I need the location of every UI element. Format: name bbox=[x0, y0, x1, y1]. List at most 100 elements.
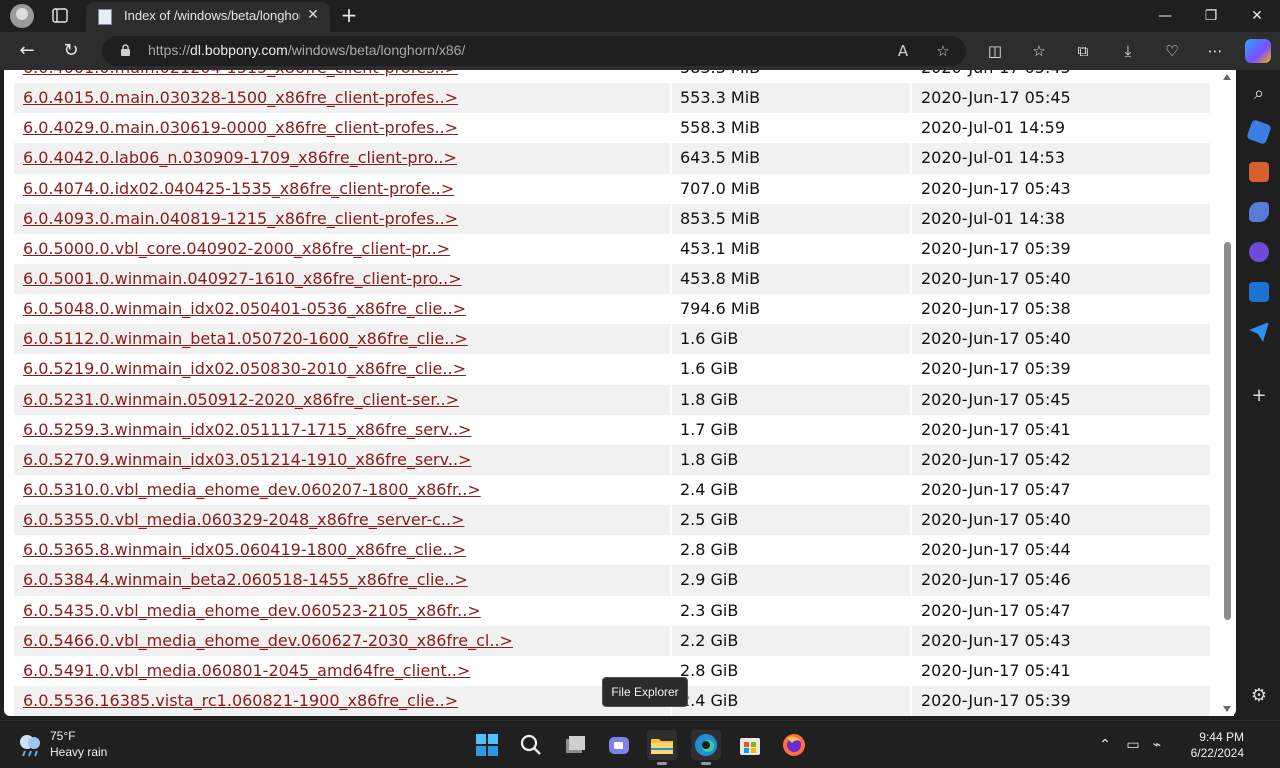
copilot-sidebar-icon[interactable] bbox=[1249, 242, 1269, 262]
listing-row: 6.0.5048.0.winmain_idx02.050401-0536_x86… bbox=[14, 294, 1210, 324]
listing-row: 6.0.5466.0.vbl_media_ehome_dev.060627-20… bbox=[14, 625, 1210, 656]
listing-row: 6.0.5231.0.winmain.050912-2020_x86fre_cl… bbox=[14, 384, 1210, 415]
lock-icon[interactable] bbox=[120, 44, 131, 57]
refresh-icon[interactable]: ↻ bbox=[58, 39, 84, 63]
page-favicon-icon bbox=[98, 9, 112, 25]
display-icon[interactable]: ▭ bbox=[1123, 735, 1143, 755]
tooltip: File Explorer bbox=[602, 677, 688, 707]
star-icon[interactable]: ☆ bbox=[932, 41, 954, 61]
address-bar[interactable]: https://dl.bobpony.com/windows/beta/long… bbox=[102, 36, 966, 66]
new-tab-button[interactable]: + bbox=[338, 4, 360, 26]
scroll-thumb[interactable] bbox=[1224, 242, 1231, 620]
file-link[interactable]: 6.0.5536.16385.vista_rc1.060821-1900_x86… bbox=[23, 691, 458, 710]
file-name-cell: 6.0.5001.0.winmain.040927-1610_x86fre_cl… bbox=[14, 263, 670, 295]
file-size-cell: 1.7 GiB bbox=[680, 419, 739, 439]
read-aloud-icon[interactable]: A bbox=[892, 41, 914, 61]
copilot-icon[interactable] bbox=[1245, 39, 1271, 63]
listing-row: 6.0.4074.0.idx02.040425-1535_x86fre_clie… bbox=[14, 174, 1210, 204]
network-icon[interactable]: ⌁ bbox=[1147, 735, 1167, 755]
teams-chat-icon[interactable] bbox=[604, 730, 634, 760]
file-name-cell: 6.0.5355.0.vbl_media.060329-2048_x86fre_… bbox=[14, 505, 670, 536]
file-size-cell: 853.5 MiB bbox=[672, 203, 910, 234]
close-tab-icon[interactable]: ✕ bbox=[304, 6, 322, 24]
gear-icon[interactable]: ⚙ bbox=[1249, 686, 1269, 706]
microsoft-store-icon[interactable] bbox=[735, 730, 765, 760]
file-link[interactable]: 6.0.5270.9.winmain_idx03.051214-1910_x86… bbox=[23, 450, 471, 469]
file-link[interactable]: 6.0.4015.0.main.030328-1500_x86fre_clien… bbox=[23, 88, 458, 107]
favorites-icon[interactable]: ☆ bbox=[1026, 39, 1052, 63]
file-link[interactable]: 6.0.5384.4.winmain_beta2.060518-1455_x86… bbox=[23, 570, 468, 589]
edge-browser-icon[interactable] bbox=[691, 730, 721, 765]
download-icon[interactable]: ⤓ bbox=[1115, 39, 1141, 63]
profile-avatar[interactable] bbox=[10, 4, 34, 28]
scroll-up-icon[interactable] bbox=[1223, 74, 1231, 80]
file-link[interactable]: 6.0.5355.0.vbl_media.060329-2048_x86fre_… bbox=[23, 510, 464, 529]
file-link[interactable]: 6.0.5048.0.winmain_idx02.050401-0536_x86… bbox=[23, 299, 466, 318]
outlook-icon[interactable] bbox=[1249, 282, 1269, 302]
send-icon[interactable] bbox=[1249, 322, 1269, 342]
file-link[interactable]: 6.0.5001.0.winmain.040927-1610_x86fre_cl… bbox=[23, 269, 462, 288]
heart-pulse-icon[interactable]: ♡ bbox=[1159, 39, 1185, 63]
file-link[interactable]: 6.0.5310.0.vbl_media_ehome_dev.060207-18… bbox=[23, 480, 481, 499]
file-size-cell: 2.3 GiB bbox=[680, 600, 739, 620]
tab-active[interactable]: Index of /windows/beta/longhorn/x86/ ✕ bbox=[86, 2, 330, 32]
file-name-cell: 6.0.4015.0.main.030328-1500_x86fre_clien… bbox=[14, 83, 670, 114]
file-date-cell: 2020-Jul-01 14:53 bbox=[912, 143, 1210, 174]
file-link[interactable]: 6.0.4042.0.lab06_n.030909-1709_x86fre_cl… bbox=[23, 148, 457, 167]
file-size-cell: 553.3 MiB bbox=[672, 83, 910, 114]
weather-temperature[interactable]: 75°F bbox=[50, 729, 75, 743]
file-link[interactable]: 6.0.5365.8.winmain_idx05.060419-1800_x86… bbox=[23, 540, 466, 559]
listing-row: 6.0.5310.0.vbl_media_ehome_dev.060207-18… bbox=[14, 475, 1210, 505]
vertical-scrollbar[interactable] bbox=[1220, 72, 1234, 716]
weather-condition[interactable]: Heavy rain bbox=[50, 745, 107, 759]
start-windows-icon[interactable] bbox=[472, 730, 502, 760]
file-link[interactable]: 6.0.4093.0.main.040819-1215_x86fre_clien… bbox=[23, 209, 458, 228]
tab-actions-icon[interactable] bbox=[48, 6, 72, 26]
file-link[interactable]: 6.0.4029.0.main.030619-0000_x86fre_clien… bbox=[23, 118, 458, 137]
file-link[interactable]: 6.0.5000.0.vbl_core.040902-2000_x86fre_c… bbox=[23, 239, 450, 258]
file-link[interactable]: 6.0.5466.0.vbl_media_ehome_dev.060627-20… bbox=[23, 631, 513, 650]
listing-row: 6.0.5270.9.winmain_idx03.051214-1910_x86… bbox=[14, 444, 1210, 475]
listing-row: 6.0.5355.0.vbl_media.060329-2048_x86fre_… bbox=[14, 505, 1210, 536]
listing-row: 6.0.5219.0.winmain_idx02.050830-2010_x86… bbox=[14, 354, 1210, 384]
file-name-cell: 6.0.4029.0.main.030619-0000_x86fre_clien… bbox=[14, 113, 670, 143]
file-link[interactable]: 6.0.4074.0.idx02.040425-1535_x86fre_clie… bbox=[23, 179, 454, 198]
file-size-cell: 2.5 GiB bbox=[672, 505, 910, 536]
file-name-cell: 6.0.5466.0.vbl_media_ehome_dev.060627-20… bbox=[14, 625, 670, 656]
file-link[interactable]: 6.0.5435.0.vbl_media_ehome_dev.060523-21… bbox=[23, 601, 481, 620]
tools-briefcase-icon[interactable] bbox=[1249, 162, 1269, 182]
games-icon[interactable] bbox=[1249, 202, 1269, 222]
close-window-button[interactable]: ✕ bbox=[1234, 0, 1280, 32]
system-clock[interactable]: 9:44 PM 6/22/2024 bbox=[1178, 729, 1244, 761]
file-size-cell: 1.8 GiB bbox=[672, 444, 910, 475]
collections-icon[interactable]: ⧉ bbox=[1070, 39, 1096, 63]
back-arrow-icon[interactable]: ← bbox=[14, 39, 40, 63]
search-icon[interactable]: ⌕ bbox=[1249, 84, 1269, 104]
file-size-cell: 583.3 MiB bbox=[672, 70, 910, 83]
restore-button[interactable]: ❐ bbox=[1188, 0, 1234, 32]
file-name-cell: 6.0.4042.0.lab06_n.030909-1709_x86fre_cl… bbox=[14, 143, 670, 174]
scroll-down-icon[interactable] bbox=[1223, 706, 1231, 712]
url-host: dl.bobpony.com bbox=[190, 42, 288, 58]
weather-rain-icon[interactable] bbox=[16, 731, 44, 757]
add-icon[interactable]: + bbox=[1249, 386, 1269, 406]
search-taskbar-icon[interactable] bbox=[516, 730, 546, 760]
file-link[interactable]: 6.0.5231.0.winmain.050912-2020_x86fre_cl… bbox=[23, 390, 459, 409]
shopping-tag-icon[interactable] bbox=[1246, 119, 1272, 145]
listing-row: 6.0.5259.3.winmain_idx02.051117-1715_x86… bbox=[14, 415, 1210, 445]
file-link[interactable]: 6.0.4001.0.main.021204-1515_x86fre_clien… bbox=[23, 70, 458, 77]
task-view-icon[interactable] bbox=[560, 730, 590, 760]
file-explorer-icon[interactable] bbox=[647, 730, 677, 765]
chevron-up-icon[interactable]: ⌃ bbox=[1095, 735, 1115, 755]
file-link[interactable]: 6.0.5112.0.winmain_beta1.050720-1600_x86… bbox=[23, 329, 468, 348]
url-text[interactable]: https://dl.bobpony.com/windows/beta/long… bbox=[148, 42, 465, 58]
file-link[interactable]: 6.0.5259.3.winmain_idx02.051117-1715_x86… bbox=[23, 420, 471, 439]
file-date-cell: 2020-Jun-17 05:45 bbox=[912, 384, 1210, 415]
minimize-button[interactable]: — bbox=[1142, 0, 1188, 32]
firefox-icon[interactable] bbox=[779, 730, 809, 760]
file-name-cell: 6.0.5231.0.winmain.050912-2020_x86fre_cl… bbox=[14, 384, 670, 415]
file-link[interactable]: 6.0.5219.0.winmain_idx02.050830-2010_x86… bbox=[23, 359, 466, 378]
more-dots-icon[interactable]: ⋯ bbox=[1202, 39, 1228, 63]
file-link[interactable]: 6.0.5491.0.vbl_media.060801-2045_amd64fr… bbox=[23, 661, 470, 680]
split-screen-icon[interactable]: ◫ bbox=[982, 39, 1008, 63]
